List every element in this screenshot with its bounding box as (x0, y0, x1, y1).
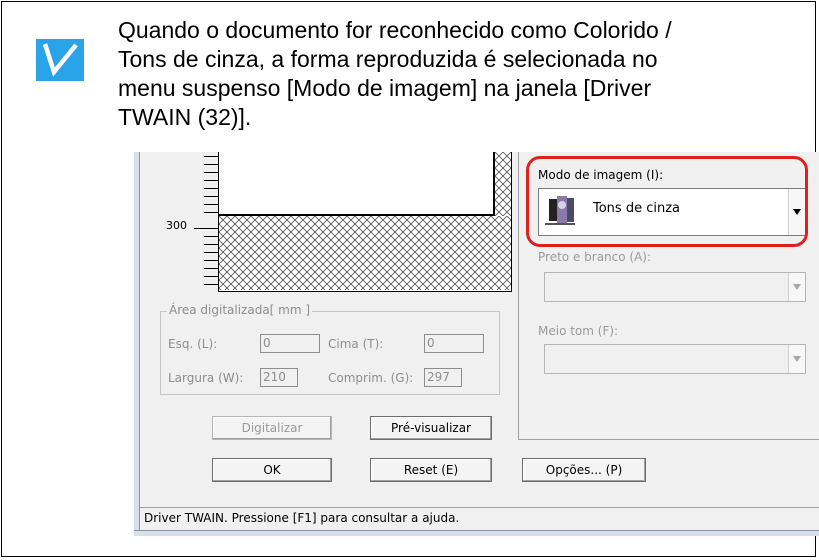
window-bottom-border (134, 530, 819, 536)
top-label: Cima (T): (328, 337, 384, 351)
left-label: Esq. (L): (168, 337, 218, 351)
black-white-label: Preto e branco (A): (538, 250, 652, 264)
dropdown-arrow-icon[interactable] (788, 273, 805, 301)
image-mode-highlight (526, 156, 808, 247)
ruler-label: 300 (166, 219, 187, 232)
scan-area-title: Área digitalizada[ mm ] (167, 303, 313, 317)
unscanned-region-hatch (495, 152, 511, 216)
scan-preview-area[interactable] (218, 152, 512, 292)
note-line: Tons de cinza, a forma reproduzida é sel… (118, 46, 658, 72)
unscanned-region-hatch (219, 216, 511, 290)
note-line: menu suspenso [Modo de imagem] na janela… (118, 75, 652, 101)
length-label: Comprim. (G): (328, 371, 414, 385)
reset-button[interactable]: Reset (E) (370, 458, 492, 482)
width-field[interactable]: 210 (260, 368, 298, 387)
checkmark-icon (36, 39, 84, 81)
left-field[interactable]: 0 (260, 334, 320, 353)
preview-button[interactable]: Pré-visualizar (370, 416, 492, 440)
note-line: TWAIN (32)]. (118, 104, 252, 130)
top-field[interactable]: 0 (424, 334, 484, 353)
scan-button[interactable]: Digitalizar (212, 416, 332, 440)
note-line: Quando o documento for reconhecido como … (118, 17, 672, 43)
length-field[interactable]: 297 (424, 368, 462, 387)
width-label: Largura (W): (168, 371, 244, 385)
document-page-outline (219, 152, 495, 216)
halftone-label: Meio tom (F): (538, 324, 619, 338)
dropdown-arrow-icon[interactable] (788, 345, 805, 373)
window-left-border (134, 152, 140, 536)
status-bar: Driver TWAIN. Pressione [F1] para consul… (140, 507, 819, 530)
halftone-dropdown[interactable] (544, 344, 806, 374)
options-button[interactable]: Opções... (P) (522, 458, 646, 482)
black-white-dropdown[interactable] (544, 272, 806, 302)
vertical-ruler (194, 152, 218, 292)
note-text: Quando o documento for reconhecido como … (118, 16, 798, 132)
ok-button[interactable]: OK (212, 458, 332, 482)
